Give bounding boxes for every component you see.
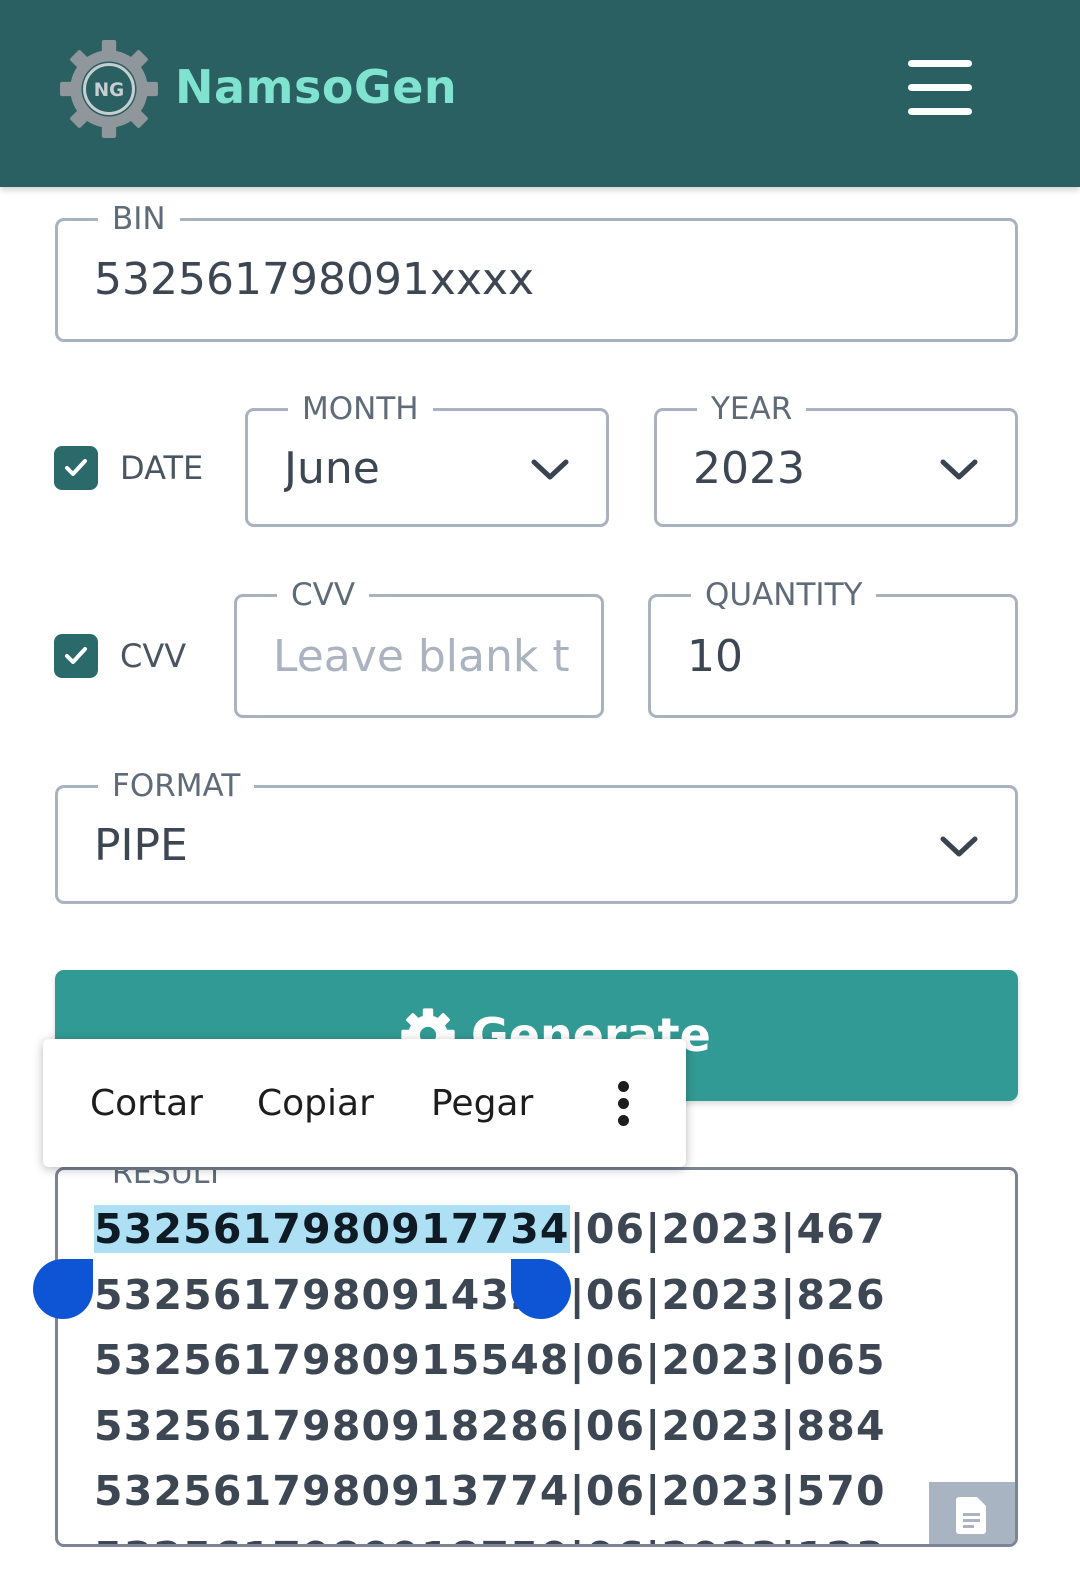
checkmark-icon	[65, 647, 87, 664]
result-lines: 5325617980917734|06|2023|467 53256179809…	[94, 1198, 886, 1545]
quantity-field[interactable]: QUANTITY 10	[648, 575, 1018, 718]
copy-menu-item[interactable]: Copiar	[257, 1083, 374, 1124]
cvv-checkbox[interactable]	[54, 634, 98, 678]
month-value: June	[284, 443, 380, 494]
bin-field[interactable]: BIN 532561798091xxxx	[55, 199, 1018, 342]
year-select[interactable]: YEAR 2023	[654, 389, 1018, 527]
quantity-label: QUANTITY	[691, 575, 877, 615]
result-line[interactable]: 5325617980918286|06|2023|884	[94, 1395, 886, 1461]
selected-text[interactable]: 5325617980917734	[94, 1205, 570, 1253]
result-label: RESULT	[98, 1170, 238, 1191]
copy-result-button[interactable]	[929, 1482, 1015, 1544]
paste-menu-item[interactable]: Pegar	[431, 1083, 533, 1124]
app-header: NG NamsoGen	[0, 0, 1080, 187]
date-checkbox-label: DATE	[120, 449, 204, 487]
result-line[interactable]: 5325617980917734|06|2023|467	[94, 1198, 886, 1264]
format-value: PIPE	[94, 820, 188, 871]
year-label: YEAR	[697, 389, 807, 429]
more-vertical-icon[interactable]	[613, 1079, 635, 1129]
year-value: 2023	[693, 443, 805, 494]
quantity-input[interactable]: 10	[687, 631, 743, 683]
chevron-down-icon	[940, 459, 978, 480]
selection-end-handle[interactable]	[511, 1259, 571, 1319]
result-line[interactable]: 5325617980913774|06|2023|570	[94, 1460, 886, 1526]
result-line-rest: |06|2023|467	[569, 1205, 886, 1253]
hamburger-menu-icon[interactable]	[904, 58, 974, 118]
format-label: FORMAT	[98, 766, 255, 806]
result-line[interactable]: 5325617980915548|06|2023|065	[94, 1329, 886, 1395]
text-selection-menu: Cortar Copiar Pegar	[43, 1039, 686, 1167]
cut-menu-item[interactable]: Cortar	[90, 1083, 203, 1124]
cvv-checkbox-label: CVV	[120, 637, 187, 675]
cvv-field[interactable]: CVV Leave blank t	[234, 575, 604, 718]
cvv-input-placeholder[interactable]: Leave blank t	[273, 631, 569, 683]
checkmark-icon	[65, 459, 87, 476]
result-line[interactable]: 5325617980918750|06|2023|123	[94, 1526, 886, 1545]
chevron-down-icon	[940, 836, 978, 857]
document-icon	[956, 1497, 986, 1534]
result-line[interactable]: 5325617980914327|06|2023|826	[94, 1264, 886, 1330]
cvv-label: CVV	[277, 575, 370, 615]
month-label: MONTH	[288, 389, 433, 429]
logo-text: NG	[94, 80, 124, 101]
chevron-down-icon	[531, 459, 569, 480]
month-select[interactable]: MONTH June	[245, 389, 609, 527]
gear-logo-icon[interactable]: NG	[58, 38, 160, 140]
bin-label: BIN	[98, 199, 180, 239]
format-select[interactable]: FORMAT PIPE	[55, 766, 1018, 904]
selection-start-handle[interactable]	[33, 1259, 93, 1319]
brand-name[interactable]: NamsoGen	[175, 60, 457, 114]
bin-input[interactable]: 532561798091xxxx	[94, 254, 534, 306]
result-textarea[interactable]: RESULT 5325617980917734|06|2023|467 5325…	[55, 1167, 1018, 1547]
date-checkbox[interactable]	[54, 446, 98, 490]
